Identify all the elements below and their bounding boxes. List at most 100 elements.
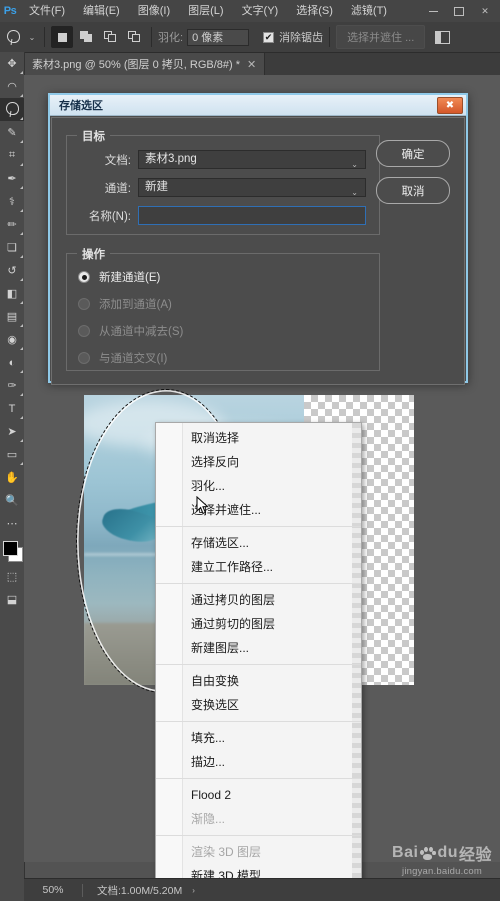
sidebar-item-healing-brush-tool[interactable]: ⚕ [0,190,24,213]
add-to-selection-icon[interactable] [75,26,97,48]
operation-group: 操作 新建通道(E) 添加到通道(A) 从通道中减去(S) 与通道交叉(I) [66,246,380,371]
minimize-icon[interactable] [420,0,446,22]
sidebar-item-crop-tool[interactable]: ⌗ [0,144,24,167]
new-selection-icon[interactable] [51,26,73,48]
maximize-icon[interactable] [446,0,472,22]
paw-icon [419,846,436,861]
name-input[interactable] [138,206,366,225]
screen-mode-icon: ⬓ [6,594,18,606]
tool-preset-chevron-down-icon[interactable]: ⌄ [26,22,38,52]
destination-group: 目标 文档: 素材3.png ⌄ 通道: 新建 ⌄ 名称(N): [66,128,380,235]
elliptical-marquee-icon: ◠ [7,81,17,93]
channel-row: 通道: 新建 ⌄ [75,178,379,197]
close-icon[interactable]: ✕ [247,58,256,71]
selection-mode-group [51,26,145,48]
menu-item-select-and-mask[interactable]: 选择并遮住... [156,498,361,522]
lasso-icon [5,102,19,118]
chevron-right-icon[interactable]: › [192,886,195,895]
cancel-button[interactable]: 取消 [376,177,450,204]
brush-icon: ✏ [7,219,17,231]
context-menu[interactable]: 取消选择 选择反向 羽化... 选择并遮住... 存储选区... 建立工作路径.… [155,422,362,892]
menu-item-make-work-path[interactable]: 建立工作路径... [156,555,361,579]
save-selection-dialog[interactable]: 存储选区 ✖ 目标 文档: 素材3.png ⌄ 通道: 新建 ⌄ 名称(N): … [48,93,468,385]
crop-icon: ⌗ [8,149,16,161]
menu-item-feather[interactable]: 羽化... [156,474,361,498]
menu-divider [156,835,361,836]
antialias-checkbox[interactable]: ✔ [263,31,275,43]
ok-button[interactable]: 确定 [376,140,450,167]
subtract-from-selection-icon[interactable] [99,26,121,48]
sidebar-item-pen-tool[interactable]: ✑ [0,374,24,397]
eraser-icon: ◧ [6,288,18,300]
document-size-info: 文档:1.00M/5.20M [97,884,183,897]
menu-type[interactable]: 文字(Y) [233,0,288,22]
sidebar-item-gradient-tool[interactable]: ▤ [0,305,24,328]
watermark-suffix: 经验 [458,847,492,864]
sidebar-item-hand-tool[interactable]: ✋ [0,466,24,489]
menu-layer[interactable]: 图层(L) [179,0,232,22]
gradient-icon: ▤ [6,311,18,323]
sidebar-item-zoom-tool[interactable]: 🔍 [0,489,24,512]
sidebar-item-rectangle-tool[interactable]: ▭ [0,443,24,466]
sidebar-item-history-brush-tool[interactable]: ↺ [0,259,24,282]
close-icon[interactable]: ✖ [437,96,463,114]
sidebar-item-eyedropper-tool[interactable]: ✒ [0,167,24,190]
menu-item-layer-via-cut[interactable]: 通过剪切的图层 [156,612,361,636]
menu-edit[interactable]: 编辑(E) [74,0,129,22]
menu-item-stroke[interactable]: 描边... [156,750,361,774]
foreground-color-swatch[interactable] [3,541,18,556]
menu-image[interactable]: 图像(I) [129,0,179,22]
dialog-title-bar[interactable]: 存储选区 ✖ [50,95,466,116]
zoom-level[interactable]: 50% [24,884,82,896]
sidebar-item-dodge-tool[interactable]: ◐ [0,351,24,374]
sidebar-item-type-tool[interactable]: T [0,397,24,420]
menu-item-save-selection[interactable]: 存储选区... [156,531,361,555]
menu-item-deselect[interactable]: 取消选择 [156,426,361,450]
panel-toggle-icon[interactable] [435,30,451,44]
intersect-with-selection-icon[interactable] [123,26,145,48]
radio-off-icon [78,298,90,310]
select-and-mask-button[interactable]: 选择并遮住 ... [336,25,426,49]
blur-icon: ◉ [7,334,17,346]
sidebar-item-quick-mask[interactable]: ⬚ [0,565,24,588]
document-tab[interactable]: 素材3.png @ 50% (图层 0 拷贝, RGB/8#) * ✕ [24,53,266,75]
sidebar-item-marquee-tool[interactable]: ◠ [0,75,24,98]
menu-item-fade: 渐隐... [191,812,226,826]
lasso-icon[interactable] [0,22,26,52]
radio-label: 从通道中减去(S) [99,326,184,338]
watermark-brand-text: Bai [392,844,419,861]
sidebar-item-screen-mode[interactable]: ⬓ [0,588,24,611]
sidebar-item-clone-stamp-tool[interactable]: ❏ [0,236,24,259]
menu-item-flood-2[interactable]: Flood 2 [156,783,361,807]
close-icon[interactable]: ✕ [472,0,498,22]
menu-item-layer-via-copy[interactable]: 通过拷贝的图层 [156,588,361,612]
menu-item-transform-selection[interactable]: 变换选区 [156,693,361,717]
eyedropper-icon: ✒ [7,173,17,185]
sidebar-item-edit-toolbar[interactable]: ⋯ [0,512,24,535]
document-select-value: 素材3.png [145,153,197,165]
channel-select[interactable]: 新建 ⌄ [138,178,366,197]
radio-off-icon [78,352,90,364]
menu-item-new-layer[interactable]: 新建图层... [156,636,361,660]
feather-input[interactable]: 0 像素 [187,28,250,46]
sidebar-item-eraser-tool[interactable]: ◧ [0,282,24,305]
color-swatches[interactable] [0,539,24,565]
menu-select[interactable]: 选择(S) [287,0,342,22]
sidebar-item-brush-tool[interactable]: ✏ [0,213,24,236]
document-select[interactable]: 素材3.png ⌄ [138,150,366,169]
menu-item-free-transform[interactable]: 自由变换 [156,669,361,693]
sidebar-item-blur-tool[interactable]: ◉ [0,328,24,351]
radio-new-channel[interactable]: 新建通道(E) [78,269,379,285]
status-bar: 50% 文档:1.00M/5.20M › [24,878,500,901]
sidebar-item-quick-selection-tool[interactable]: ✎ [0,121,24,144]
menu-divider [156,664,361,665]
menu-item-fill[interactable]: 填充... [156,726,361,750]
menu-filter[interactable]: 滤镜(T) [342,0,396,22]
sidebar-item-move-tool[interactable]: ✥ [0,52,24,75]
dialog-body: 目标 文档: 素材3.png ⌄ 通道: 新建 ⌄ 名称(N): 操作 新建通道… [51,117,465,385]
sidebar-item-path-selection-tool[interactable]: ➤ [0,420,24,443]
destination-legend: 目标 [77,128,110,144]
menu-item-inverse[interactable]: 选择反向 [156,450,361,474]
menu-file[interactable]: 文件(F) [20,0,74,22]
sidebar-item-lasso-tool[interactable] [0,98,24,121]
